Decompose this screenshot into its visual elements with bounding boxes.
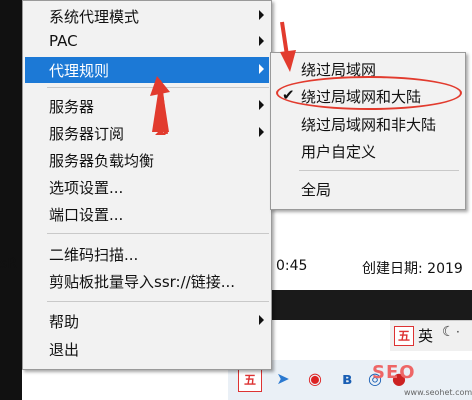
annotation-arrows xyxy=(150,21,296,135)
annotation-arrow-up-head xyxy=(150,76,170,96)
annotation-arrow-down-head xyxy=(280,50,296,72)
